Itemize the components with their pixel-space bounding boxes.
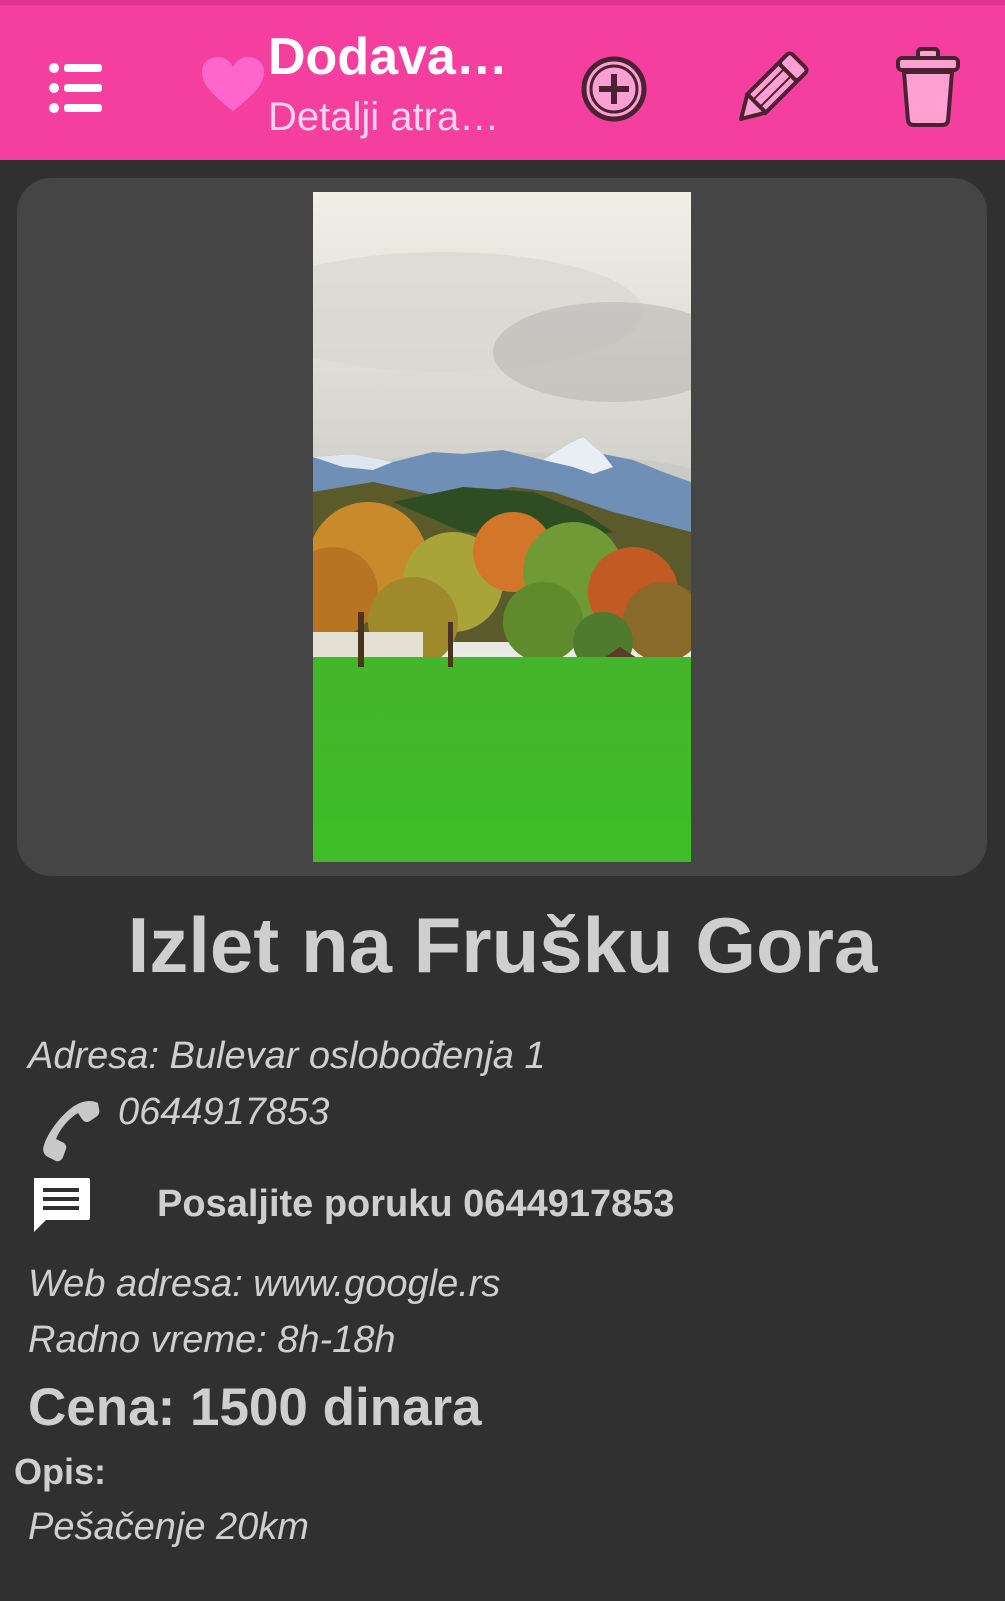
add-button[interactable]: [575, 50, 653, 128]
delete-button[interactable]: [890, 45, 966, 129]
working-hours: Radno vreme: 8h-18h: [28, 1319, 396, 1361]
address-text: Adresa: Bulevar oslobođenja 1: [28, 1035, 546, 1077]
phone-icon[interactable]: [36, 1093, 108, 1165]
app-subtitle: Detalji atra…: [268, 95, 500, 139]
app-bar: Dodava… Detalji atra…: [0, 0, 1005, 160]
web-address[interactable]: Web adresa: www.google.rs: [28, 1260, 500, 1308]
heart-icon[interactable]: [200, 55, 266, 115]
add-circle-icon: [581, 56, 647, 122]
app-title: Dodava…: [268, 28, 508, 86]
title-block: Dodava… Detalji atra…: [268, 25, 558, 145]
price-text: Cena: 1500 dinara: [28, 1378, 482, 1437]
trash-icon: [896, 47, 960, 127]
description-label: Opis:: [14, 1451, 107, 1492]
list-icon: [49, 63, 102, 113]
send-message-label: Posaljite poruku 0644917853: [157, 1183, 675, 1225]
menu-button[interactable]: [40, 50, 116, 126]
description-text: Pešačenje 20km: [28, 1506, 309, 1548]
send-message-row[interactable]: Posaljite poruku 0644917853: [30, 1170, 750, 1240]
attraction-title: Izlet na Frušku Gora: [127, 901, 878, 989]
image-card: [17, 178, 987, 876]
edit-button[interactable]: [725, 45, 815, 135]
message-icon: [34, 1178, 90, 1232]
phone-number[interactable]: 0644917853: [118, 1088, 329, 1136]
pencil-icon: [739, 51, 809, 121]
landscape-photo[interactable]: [313, 192, 691, 862]
